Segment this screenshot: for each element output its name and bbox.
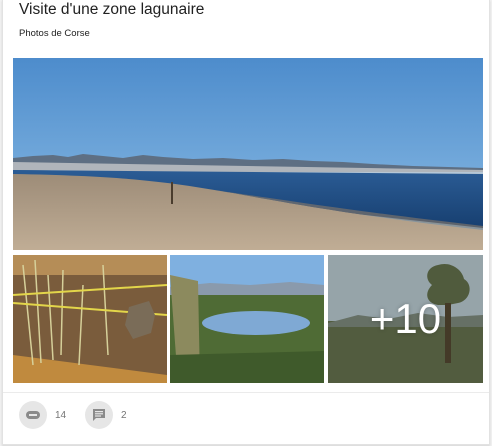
comment-button[interactable]: 2 (85, 401, 127, 429)
photo-plants-sign[interactable] (13, 255, 167, 383)
plus-one-count: 14 (55, 409, 67, 421)
photo-beach-panorama[interactable] (13, 58, 483, 250)
comment-count: 2 (121, 409, 127, 421)
plus-one-button[interactable]: 14 (19, 401, 66, 429)
post-title: Visite d'une zone lagunaire (19, 1, 205, 18)
more-photos-count[interactable]: +10 (328, 255, 483, 383)
photo-lagoon-pond[interactable] (170, 255, 324, 383)
post-subtitle[interactable]: Photos de Corse (19, 28, 90, 40)
divider (3, 392, 489, 393)
plus-one-icon (19, 401, 47, 429)
comment-icon (85, 401, 113, 429)
post-card: Visite d'une zone lagunaire Photos de Co… (2, 0, 490, 445)
